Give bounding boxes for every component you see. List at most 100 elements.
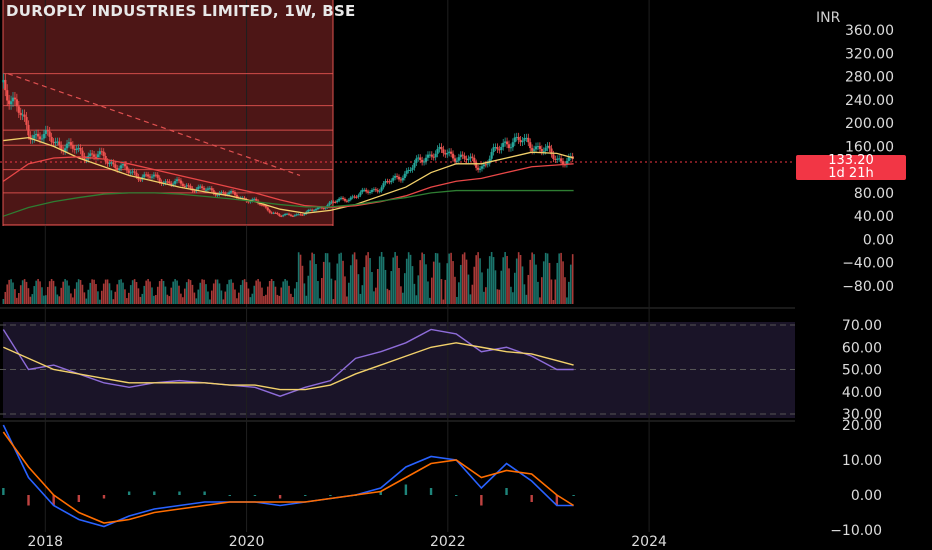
candle-body — [330, 201, 333, 203]
volume-bar — [93, 279, 95, 304]
candle-body — [546, 145, 549, 148]
candle-body — [4, 79, 7, 91]
macd-histogram-bar — [228, 495, 231, 496]
volume-bar — [209, 299, 211, 304]
volume-bar — [338, 253, 340, 304]
candle-body — [444, 153, 447, 155]
volume-bar — [52, 280, 55, 304]
volume-bar — [39, 281, 41, 304]
candle-body — [96, 154, 100, 158]
candle-body — [322, 207, 325, 209]
volume-bar — [376, 269, 379, 304]
volume-bar — [21, 280, 24, 304]
volume-bar — [230, 279, 232, 304]
candle-body — [301, 214, 304, 216]
volume-bar — [238, 292, 240, 304]
candle-body — [316, 207, 320, 210]
volume-bar — [334, 280, 337, 304]
candle-body — [36, 133, 40, 137]
rsi-axis-tick: 60.00 — [842, 340, 882, 356]
volume-bar — [58, 296, 61, 304]
volume-bar — [97, 291, 99, 304]
price-axis-tick: −80.00 — [842, 279, 894, 295]
volume-bar — [54, 286, 57, 304]
volume-bar — [241, 280, 244, 304]
currency-label: INR — [816, 10, 841, 26]
volume-bar — [245, 282, 248, 304]
candle-body — [222, 192, 225, 194]
candle-body — [457, 157, 460, 161]
volume-bar — [392, 257, 395, 304]
candle-body — [552, 154, 555, 159]
volume-bar — [305, 295, 308, 304]
candle-body — [403, 173, 406, 178]
volume-bar — [83, 292, 86, 304]
volume-bar — [81, 284, 84, 304]
candle-body — [469, 156, 472, 159]
volume-bar — [402, 292, 404, 304]
candle-body — [108, 163, 111, 165]
volume-bar — [143, 285, 146, 304]
volume-bar — [463, 252, 466, 304]
candle-body — [143, 174, 146, 177]
volume-bar — [212, 283, 215, 304]
price-axis-tick: 80.00 — [854, 186, 894, 202]
candle-body — [23, 114, 26, 117]
volume-bar — [340, 252, 342, 304]
volume-bar — [378, 256, 381, 304]
macd-axis-tick: 10.00 — [842, 453, 882, 469]
candle-body — [367, 191, 370, 193]
candle-body — [536, 146, 540, 148]
volume-bar — [519, 255, 522, 304]
volume-bar — [68, 285, 70, 304]
volume-bar — [373, 291, 375, 304]
volume-bar — [554, 279, 557, 304]
x-axis-label: 2024 — [631, 534, 667, 550]
candle-body — [558, 158, 561, 160]
candle-body — [112, 162, 115, 165]
volume-bar — [442, 299, 445, 304]
volume-bar — [456, 296, 458, 304]
chart-svg: 2018 2020 2022 2024 360.00 320.00 280.00 240.00… — [0, 0, 894, 550]
candle-body — [355, 196, 358, 198]
candle-body — [303, 213, 306, 215]
candle-body — [370, 190, 374, 192]
volume-bar — [409, 254, 412, 304]
candle-body — [189, 185, 192, 189]
volume-bar — [488, 256, 491, 304]
candle-body — [523, 138, 526, 141]
candle-body — [2, 79, 5, 83]
macd-histogram-bar — [455, 495, 458, 496]
volume-bar — [274, 286, 277, 304]
volume-bar — [506, 255, 508, 304]
candle-body — [405, 170, 408, 174]
candle-body — [556, 158, 559, 160]
macd-histogram-bar — [127, 491, 131, 495]
volume-bar — [490, 252, 493, 304]
candle-body — [228, 192, 231, 195]
candle-body — [17, 106, 20, 113]
volume-bar — [234, 289, 236, 304]
candle-body — [148, 176, 152, 178]
volume-bar — [486, 268, 489, 304]
volume-bar — [419, 260, 422, 304]
candle-body — [129, 172, 132, 174]
candle-body — [471, 156, 474, 158]
volume-bar — [14, 289, 16, 304]
candle-body — [295, 214, 298, 216]
candle-body — [440, 146, 443, 150]
volume-bar — [266, 286, 269, 304]
candle-body — [434, 153, 437, 158]
current-price-label: 133.20 1d 21h — [796, 154, 906, 181]
volume-bar — [210, 290, 213, 304]
volume-bar — [292, 297, 294, 304]
macd-histogram-bar — [329, 495, 332, 496]
candle-body — [424, 157, 428, 162]
candle-body — [172, 183, 175, 185]
candle-body — [89, 153, 92, 156]
volume-bar — [62, 281, 64, 304]
volume-bar — [236, 298, 238, 304]
candle-body — [341, 197, 345, 199]
bar-countdown: 1d 21h — [828, 165, 874, 181]
volume-bar — [396, 255, 398, 304]
